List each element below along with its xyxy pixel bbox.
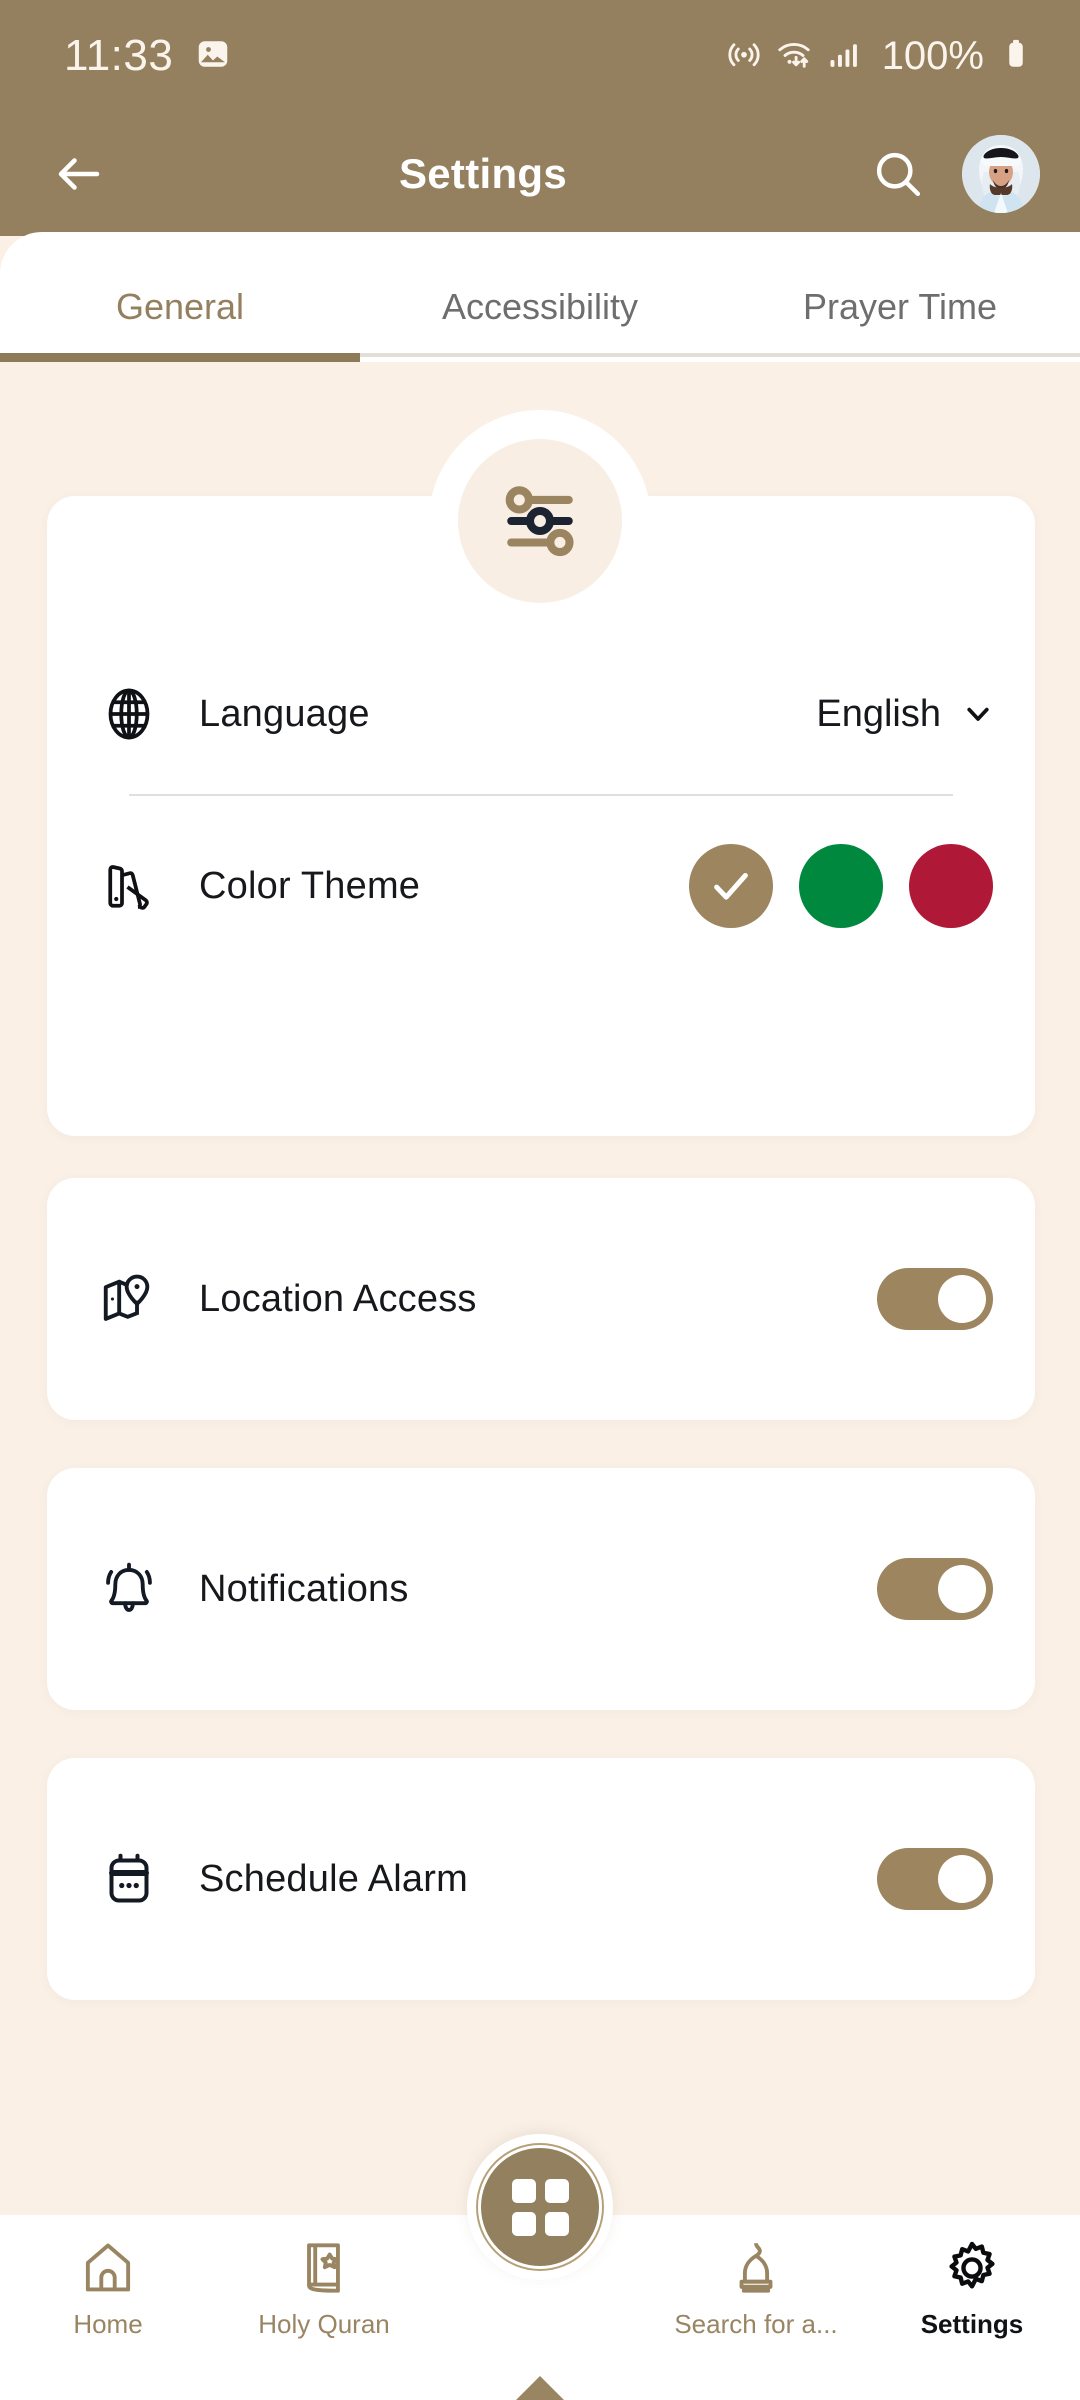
swatch-red[interactable] (909, 844, 993, 928)
battery-icon (998, 36, 1034, 77)
language-value: English (816, 692, 941, 735)
color-theme-swatches (689, 844, 993, 928)
calendar-icon (93, 1843, 165, 1915)
globe-icon (93, 678, 165, 750)
status-time: 11:33 (64, 31, 174, 80)
nav-item-search-for-a-label: Search for a... (674, 2309, 838, 2339)
status-bar: 11:33 100% (0, 0, 1080, 112)
settings-hero-badge (429, 410, 651, 632)
row-language-label: Language (199, 692, 370, 735)
search-icon (876, 152, 921, 197)
battery-percent: 100% (881, 33, 984, 78)
tab-accessibility[interactable]: Accessibility (360, 286, 720, 362)
swatch-brown[interactable] (689, 844, 773, 928)
language-selector[interactable]: English (816, 693, 993, 736)
map-pin-icon (93, 1263, 165, 1335)
toggle-knob (938, 1855, 986, 1903)
gear-icon (949, 2241, 995, 2289)
bottom-navigation: Home Holy Quran Search for a... Settings (0, 2134, 1080, 2400)
status-bar-right: 100% (726, 34, 1034, 79)
row-schedule-alarm-label: Schedule Alarm (199, 1857, 468, 1900)
mosque-icon (739, 2242, 773, 2293)
tab-bar-baseline (360, 353, 1080, 357)
status-bar-left: 11:33 (64, 31, 231, 81)
tab-prayer-time-label: Prayer Time (802, 286, 998, 327)
hotspot-icon (726, 36, 762, 77)
palette-icon (93, 850, 165, 922)
app-screen: 11:33 100% Settings General Accessibilit… (0, 0, 1080, 2400)
chevron-down-icon (967, 707, 989, 721)
tab-general-label: General (115, 286, 245, 327)
check-icon (714, 872, 748, 900)
toggle-knob (938, 1565, 986, 1613)
search-button[interactable] (860, 136, 936, 212)
swatch-green[interactable] (799, 844, 883, 928)
home-icon (85, 2243, 131, 2292)
screenshot-icon (195, 36, 231, 77)
tab-general[interactable]: General (0, 286, 360, 362)
location-access-card: Location Access (47, 1178, 1035, 1420)
back-button[interactable] (42, 137, 116, 211)
tab-prayer-time[interactable]: Prayer Time (720, 286, 1080, 362)
notifications-toggle-wrap (877, 1558, 993, 1620)
grid-icon (511, 2178, 569, 2236)
row-location-access-label: Location Access (199, 1277, 477, 1320)
nav-item-home-label: Home (73, 2309, 143, 2339)
schedule-alarm-toggle[interactable] (877, 1848, 993, 1910)
row-notifications[interactable]: Notifications (47, 1468, 1035, 1710)
apps-fab-button[interactable] (467, 2134, 613, 2280)
wifi-icon (776, 36, 812, 77)
card-divider (129, 794, 953, 796)
bell-icon (93, 1553, 165, 1625)
user-avatar (962, 135, 1040, 213)
avatar[interactable] (962, 135, 1040, 213)
nav-item-settings[interactable]: Settings (514, 2215, 1080, 2400)
row-schedule-alarm[interactable]: Schedule Alarm (47, 1758, 1035, 2000)
active-nav-indicator (514, 2376, 566, 2400)
nav-item-settings-label: Settings (920, 2309, 1024, 2339)
book-icon (307, 2243, 340, 2293)
tab-accessibility-label: Accessibility (441, 286, 639, 327)
signal-icon (826, 36, 862, 77)
row-color-theme-label: Color Theme (199, 864, 421, 907)
location-toggle-wrap (877, 1268, 993, 1330)
nav-item-holy-quran[interactable]: Holy Quran (216, 2215, 432, 2340)
schedule-alarm-card: Schedule Alarm (47, 1758, 1035, 2000)
row-color-theme: Color Theme (47, 826, 1035, 946)
settings-content: Language English Color Theme Location Ac… (0, 362, 1080, 2215)
alarm-toggle-wrap (877, 1848, 993, 1910)
notifications-toggle[interactable] (877, 1558, 993, 1620)
nav-item-holy-quran-label: Holy Quran (258, 2309, 390, 2339)
nav-item-search-for-a[interactable]: Search for a... (648, 2215, 864, 2340)
row-notifications-label: Notifications (199, 1567, 409, 1610)
page-title: Settings (398, 150, 568, 197)
tab-bar: General Accessibility Prayer Time (0, 232, 1080, 362)
row-location-access[interactable]: Location Access (47, 1178, 1035, 1420)
row-language[interactable]: Language English (47, 654, 1035, 774)
sliders-icon (505, 486, 574, 557)
location-access-toggle[interactable] (877, 1268, 993, 1330)
notifications-card: Notifications (47, 1468, 1035, 1710)
arrow-left-icon (58, 158, 100, 190)
nav-item-home[interactable]: Home (0, 2215, 216, 2340)
app-header: Settings (0, 112, 1080, 236)
toggle-knob (938, 1275, 986, 1323)
